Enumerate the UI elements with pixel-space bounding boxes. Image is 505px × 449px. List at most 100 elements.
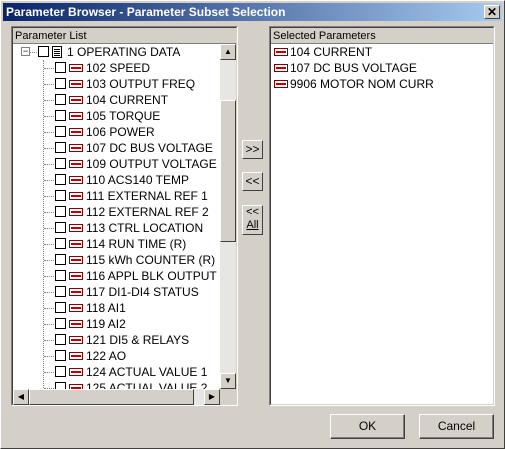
remove-all-button[interactable]: << All <box>242 205 263 235</box>
list-item-label: 109 OUTPUT VOLTAGE <box>86 157 217 171</box>
collapse-toggle[interactable]: − <box>21 47 30 56</box>
list-item-label: 105 TORQUE <box>86 109 161 123</box>
list-item[interactable]: 104 CURRENT <box>271 44 493 60</box>
list-item[interactable]: 118 AI1 <box>13 300 220 316</box>
list-item[interactable]: 114 RUN TIME (R) <box>13 236 220 252</box>
parameter-checkbox[interactable] <box>55 382 66 389</box>
list-item[interactable]: 116 APPL BLK OUTPUT <box>13 268 220 284</box>
list-item-label: 110 ACS140 TEMP <box>86 173 189 187</box>
parameter-icon <box>69 176 83 184</box>
parameter-checkbox[interactable] <box>55 318 66 329</box>
list-item-label: 113 CTRL LOCATION <box>86 221 204 235</box>
scroll-down-arrow-icon[interactable]: ▼ <box>220 373 236 389</box>
parameter-checkbox[interactable] <box>55 366 66 377</box>
parameter-checkbox[interactable] <box>55 190 66 201</box>
parameter-icon <box>274 48 288 56</box>
list-item[interactable]: 119 AI2 <box>13 316 220 332</box>
parameter-checkbox[interactable] <box>55 286 66 297</box>
parameter-checkbox[interactable] <box>55 94 66 105</box>
scroll-right-arrow-icon[interactable]: ▶ <box>204 389 220 405</box>
list-item[interactable]: 104 CURRENT <box>13 92 220 108</box>
list-item[interactable]: 113 CTRL LOCATION <box>13 220 220 236</box>
list-item[interactable]: 106 POWER <box>13 124 220 140</box>
ok-button[interactable]: OK <box>330 414 405 439</box>
dialog-window: Parameter Browser - Parameter Subset Sel… <box>0 0 505 449</box>
hscroll-thumb[interactable] <box>29 389 194 405</box>
parameter-checkbox[interactable] <box>55 206 66 217</box>
list-item[interactable]: 122 AO <box>13 348 220 364</box>
list-item-label: 107 DC BUS VOLTAGE <box>290 61 417 75</box>
tree-root-operating-data[interactable]: − 1 OPERATING DATA <box>13 44 220 60</box>
parameter-checkbox[interactable] <box>55 174 66 185</box>
list-item-label: 121 DI5 & RELAYS <box>86 333 190 347</box>
parameter-checkbox[interactable] <box>55 158 66 169</box>
list-item[interactable]: 112 EXTERNAL REF 2 <box>13 204 220 220</box>
list-item[interactable]: 124 ACTUAL VALUE 1 <box>13 364 220 380</box>
list-item[interactable]: 105 TORQUE <box>13 108 220 124</box>
parameter-checkbox[interactable] <box>55 254 66 265</box>
parameter-checkbox[interactable] <box>55 62 66 73</box>
list-item[interactable]: 9906 MOTOR NOM CURR <box>271 76 493 92</box>
selected-parameters-header: Selected Parameters <box>271 28 493 44</box>
parameter-tree: − 1 OPERATING DATA 102 SPEED 103 OUTPUT F… <box>13 44 220 389</box>
parameter-icon <box>69 96 83 104</box>
list-item[interactable]: 102 SPEED <box>13 60 220 76</box>
vscroll-thumb[interactable] <box>220 100 236 242</box>
parameter-list-header: Parameter List <box>13 28 236 44</box>
list-item-label: 119 AI2 <box>86 317 126 331</box>
parameter-icon <box>69 352 83 360</box>
parameter-checkbox[interactable] <box>55 78 66 89</box>
parameter-list-panel: Parameter List − 1 OPERATING DATA 102 SP… <box>11 26 238 406</box>
window-title: Parameter Browser - Parameter Subset Sel… <box>6 5 286 19</box>
list-item-label: 122 AO <box>86 349 127 363</box>
close-button[interactable]: ✕ <box>484 5 500 19</box>
parameter-icon <box>69 112 83 120</box>
parameter-icon <box>69 192 83 200</box>
tree-root-label: 1 OPERATING DATA <box>67 45 181 59</box>
parameter-checkbox[interactable] <box>55 270 66 281</box>
root-checkbox[interactable] <box>38 46 49 57</box>
list-item-label: 111 EXTERNAL REF 1 <box>86 189 208 203</box>
scroll-left-arrow-icon[interactable]: ◀ <box>13 389 29 405</box>
parameter-checkbox[interactable] <box>55 334 66 345</box>
remove-selected-button[interactable]: << <box>242 172 263 191</box>
parameter-checkbox[interactable] <box>55 110 66 121</box>
list-item-label: 102 SPEED <box>86 61 151 75</box>
list-item[interactable]: 110 ACS140 TEMP <box>13 172 220 188</box>
parameter-checkbox[interactable] <box>55 126 66 137</box>
selected-parameters-panel: Selected Parameters 104 CURRENT 107 DC BU… <box>269 26 495 406</box>
parameter-icon <box>69 224 83 232</box>
list-item[interactable]: 111 EXTERNAL REF 1 <box>13 188 220 204</box>
parameter-icon <box>69 368 83 376</box>
list-item[interactable]: 121 DI5 & RELAYS <box>13 332 220 348</box>
parameter-checkbox[interactable] <box>55 350 66 361</box>
parameter-icon <box>69 272 83 280</box>
list-item-label: 9906 MOTOR NOM CURR <box>290 77 434 91</box>
parameter-checkbox[interactable] <box>55 142 66 153</box>
folder-list-icon <box>52 46 62 58</box>
parameter-checkbox[interactable] <box>55 238 66 249</box>
add-selected-button[interactable]: >> <box>242 140 263 159</box>
list-item[interactable]: 103 OUTPUT FREQ <box>13 76 220 92</box>
parameter-icon <box>69 256 83 264</box>
scroll-up-arrow-icon[interactable]: ▲ <box>220 44 236 60</box>
list-item[interactable]: 125 ACTUAL VALUE 2 <box>13 380 220 389</box>
list-item-label: 106 POWER <box>86 125 155 139</box>
parameter-icon <box>69 288 83 296</box>
parameter-icon <box>274 80 288 88</box>
list-item[interactable]: 109 OUTPUT VOLTAGE <box>13 156 220 172</box>
parameter-checkbox[interactable] <box>55 222 66 233</box>
cancel-button[interactable]: Cancel <box>419 414 494 439</box>
list-item[interactable]: 115 kWh COUNTER (R) <box>13 252 220 268</box>
list-item-label: 104 CURRENT <box>290 45 373 59</box>
parameter-list-hscrollbar[interactable]: ◀ ▶ <box>13 389 220 405</box>
list-item[interactable]: 117 DI1-DI4 STATUS <box>13 284 220 300</box>
list-item[interactable]: 107 DC BUS VOLTAGE <box>13 140 220 156</box>
list-item-label: 103 OUTPUT FREQ <box>86 77 196 91</box>
parameter-list-vscrollbar[interactable]: ▲ ▼ <box>220 44 236 389</box>
scroll-corner <box>220 389 236 405</box>
parameter-icon <box>69 80 83 88</box>
parameter-checkbox[interactable] <box>55 302 66 313</box>
list-item[interactable]: 107 DC BUS VOLTAGE <box>271 60 493 76</box>
parameter-icon <box>69 160 83 168</box>
